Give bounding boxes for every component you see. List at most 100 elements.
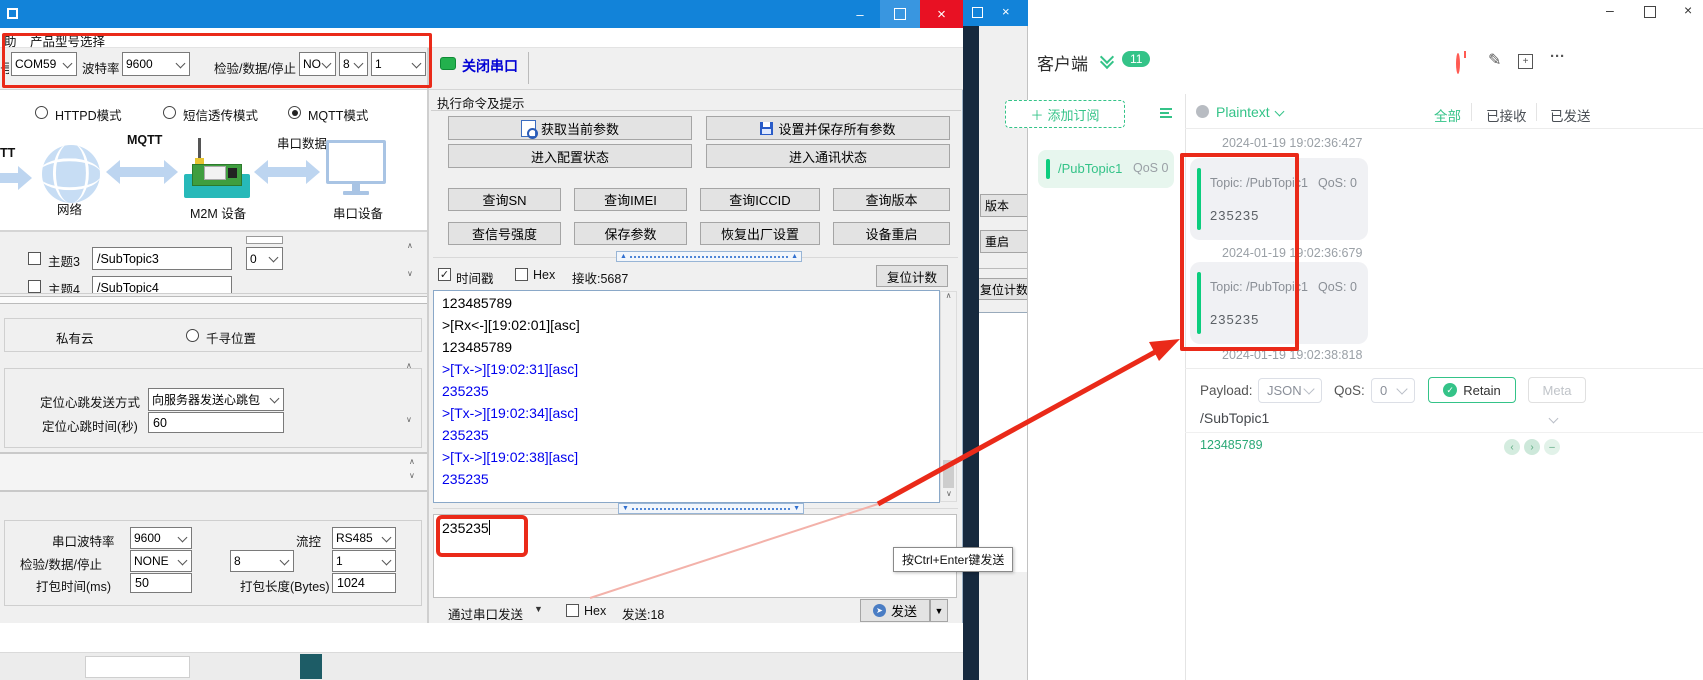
baud-select[interactable]: 9600 xyxy=(122,52,190,76)
message-card[interactable]: Topic: /PubTopic1 QoS: 0 235235 xyxy=(1190,262,1368,344)
parity-select[interactable]: NONI xyxy=(299,52,336,76)
query-signal-button[interactable]: 查信号强度 xyxy=(448,222,561,245)
chevron-down-icon[interactable] xyxy=(1275,107,1285,117)
get-params-button[interactable]: 获取当前参数 xyxy=(448,116,692,140)
payload-format-dropdown[interactable]: Plaintext xyxy=(1216,104,1270,120)
add-subscription-button[interactable]: ＋添加订阅 xyxy=(1005,100,1125,128)
right-maximize-button[interactable] xyxy=(1644,6,1656,18)
left-close-button[interactable]: × xyxy=(920,0,963,28)
query-sn-button[interactable]: 查询SN xyxy=(448,188,561,211)
send-options-button[interactable]: ▼ xyxy=(930,599,948,622)
publish-topic-input[interactable]: /SubTopic1 xyxy=(1200,410,1269,426)
cloud-scroll-up-icon[interactable]: ∧ xyxy=(406,362,412,370)
heartbeat-mode-select[interactable]: 向服务器发送心跳包 xyxy=(148,388,284,411)
databits-select[interactable]: 8 xyxy=(339,52,368,76)
serial-baud-select[interactable]: 9600 xyxy=(130,527,192,549)
topic3-checkbox[interactable] xyxy=(28,252,41,265)
send-button[interactable]: ➤ 发送 xyxy=(860,599,930,622)
meta-button[interactable]: Meta xyxy=(1528,377,1586,403)
send-hex-checkbox[interactable] xyxy=(566,604,579,617)
radio-httpd-mode[interactable] xyxy=(35,106,48,119)
heartbeat-time-input[interactable]: 60 xyxy=(148,412,284,433)
filter-received[interactable]: 已接收 xyxy=(1486,105,1527,125)
radio-httpd-label: HTTPD模式 xyxy=(55,105,122,124)
close-port-button[interactable]: 关闭串口 xyxy=(462,56,518,76)
subscription-item[interactable]: /PubTopic1 QoS 0 xyxy=(1038,150,1174,188)
pack-time-input[interactable]: 50 xyxy=(130,573,192,593)
query-version-button[interactable]: 查询版本 xyxy=(833,188,950,211)
edit-pencil-icon[interactable]: ✎ xyxy=(1488,50,1501,70)
enter-comm-button[interactable]: 进入通讯状态 xyxy=(706,144,950,168)
left-maximize-button[interactable] xyxy=(880,0,920,28)
radio-qianxun[interactable] xyxy=(186,329,199,342)
history-more-icon[interactable]: – xyxy=(1544,439,1560,455)
floppy-save-icon xyxy=(760,122,773,135)
collapse-panel-icon[interactable] xyxy=(1160,106,1172,120)
query-imei-button[interactable]: 查询IMEI xyxy=(574,188,687,211)
left-titlebar[interactable] xyxy=(0,0,963,28)
right-close-button[interactable]: × xyxy=(1684,2,1692,18)
chevron-down-icon[interactable] xyxy=(1549,414,1559,424)
pack-len-input[interactable]: 1024 xyxy=(332,573,396,593)
bg-maximize-icon[interactable] xyxy=(972,7,983,18)
flow-select[interactable]: RS485 xyxy=(332,527,396,549)
send-via-serial-dropdown[interactable]: 通过串口发送 xyxy=(448,604,523,623)
cloud-scroll-down-icon[interactable]: ∨ xyxy=(406,416,412,424)
topic4-input[interactable]: /SubTopic4 xyxy=(92,276,232,294)
triangle-up-icon: ▲ xyxy=(791,253,798,260)
radio-sms-mode[interactable] xyxy=(163,106,176,119)
query-iccid-button[interactable]: 查询ICCID xyxy=(700,188,820,211)
more-options-icon[interactable]: ··· xyxy=(1550,48,1565,65)
message-card[interactable]: Topic: /PubTopic1 QoS: 0 235235 xyxy=(1190,158,1368,240)
serial-parity-select[interactable]: NONE xyxy=(130,550,192,572)
qos-label: QoS: xyxy=(1334,383,1365,398)
history-next-icon[interactable]: › xyxy=(1524,439,1540,455)
payload-label: Payload: xyxy=(1200,383,1253,398)
strip-scroll-down-icon[interactable]: ∨ xyxy=(409,472,415,480)
bg-close-icon[interactable]: × xyxy=(1002,4,1010,19)
history-prev-icon[interactable]: ‹ xyxy=(1504,439,1520,455)
log-line: 123485789 xyxy=(442,339,939,361)
collapse-chevrons-icon[interactable] xyxy=(1102,52,1112,67)
payload-type-select[interactable]: JSON xyxy=(1258,378,1322,403)
com-port-select[interactable]: COM59 xyxy=(11,52,77,76)
splitter-handle-bottom[interactable]: ▼▼ xyxy=(618,503,804,514)
topics-scroll-down-icon[interactable]: ∨ xyxy=(407,270,413,278)
dropdown-arrow-icon[interactable]: ▼ xyxy=(534,604,543,614)
filter-sent[interactable]: 已发送 xyxy=(1550,105,1591,125)
log-line: >[Tx->][19:02:31][asc] xyxy=(442,361,939,383)
recv-hex-checkbox[interactable] xyxy=(515,268,528,281)
send-input-area[interactable]: 235235 xyxy=(433,514,957,598)
strip-scroll-up-icon[interactable]: ∧ xyxy=(409,458,415,466)
serial-databits-select[interactable]: 8 xyxy=(230,550,294,572)
right-minimize-button[interactable]: – xyxy=(1606,2,1614,18)
qos-select[interactable]: 0 xyxy=(1371,378,1415,403)
topics-scroll-up-icon[interactable]: ∧ xyxy=(407,242,413,250)
set-save-params-button[interactable]: 设置并保存所有参数 xyxy=(706,116,950,140)
new-window-icon[interactable]: + xyxy=(1518,54,1533,69)
scroll-down-icon[interactable]: ∨ xyxy=(946,490,952,498)
reset-count-button[interactable]: 复位计数 xyxy=(876,265,948,287)
factory-reset-button[interactable]: 恢复出厂设置 xyxy=(700,222,820,245)
publish-message-editor[interactable]: 123485789 xyxy=(1200,438,1263,452)
disconnect-power-icon[interactable] xyxy=(1456,53,1460,74)
topic3-input[interactable]: /SubTopic3 xyxy=(92,247,232,270)
log-scrollbar[interactable]: ∧ ∨ xyxy=(940,291,957,502)
timestamp-checkbox[interactable]: ✓ xyxy=(438,268,451,281)
splitter-handle-top[interactable]: ▲▲ xyxy=(616,251,802,262)
stopbits-select[interactable]: 1 xyxy=(371,52,426,76)
scroll-up-icon[interactable]: ∧ xyxy=(941,292,956,300)
radio-mqtt-mode[interactable] xyxy=(288,106,301,119)
receive-log[interactable]: 123485789 >[Rx<-][19:02:01][asc] 1234857… xyxy=(433,290,940,503)
topic3-qos-select[interactable]: 0 xyxy=(246,247,283,270)
topic4-checkbox[interactable] xyxy=(28,280,41,293)
left-minimize-button[interactable]: – xyxy=(840,0,880,28)
filter-all[interactable]: 全部 xyxy=(1434,105,1461,125)
save-params-button[interactable]: 保存参数 xyxy=(574,222,687,245)
serial-device-icon xyxy=(326,140,386,195)
reboot-button[interactable]: 设备重启 xyxy=(833,222,950,245)
retain-toggle[interactable]: ✓ Retain xyxy=(1428,377,1516,403)
enter-config-button[interactable]: 进入配置状态 xyxy=(448,144,692,168)
scroll-thumb[interactable] xyxy=(943,460,954,488)
serial-stopbits-select[interactable]: 1 xyxy=(332,550,396,572)
